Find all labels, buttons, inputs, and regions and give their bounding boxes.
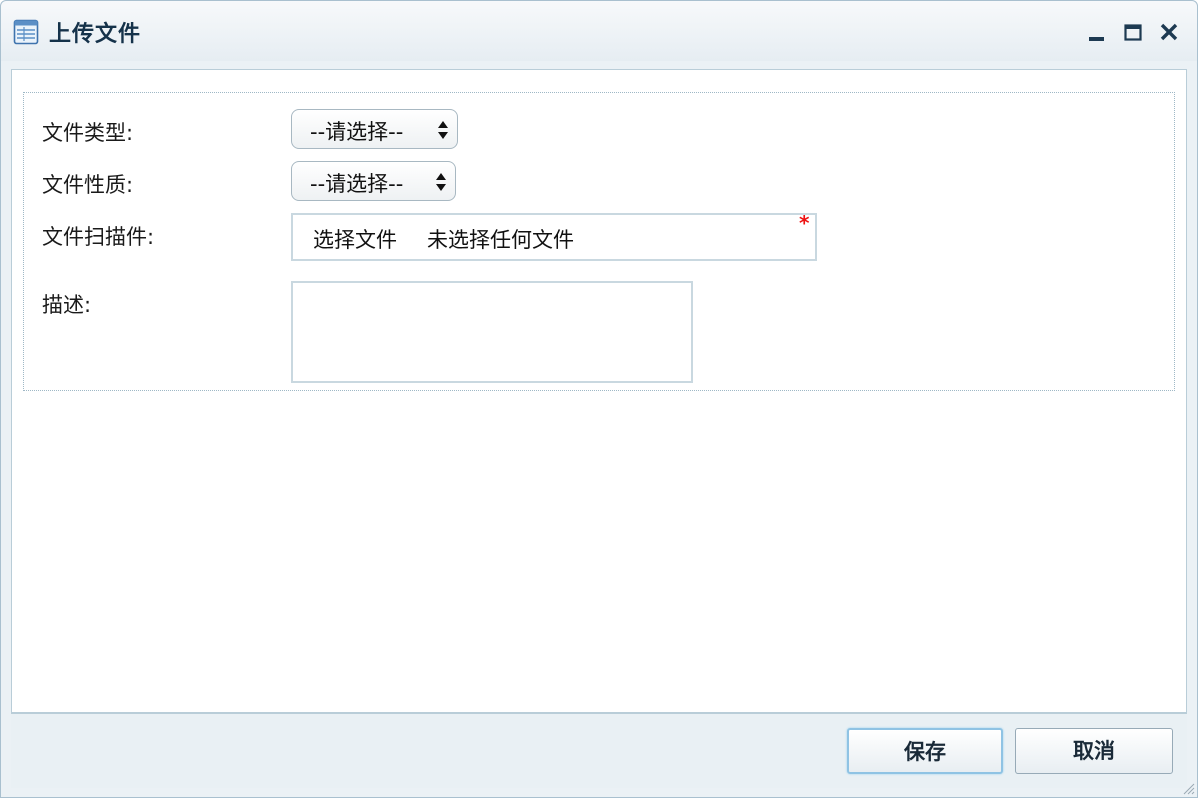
description-label: 描述:: [42, 293, 92, 317]
file-scan-label: 文件扫描件:: [42, 225, 155, 249]
select-arrows-icon: [436, 173, 446, 191]
file-status-text: 未选择任何文件: [427, 228, 574, 252]
file-nature-select[interactable]: --请选择--: [291, 161, 456, 201]
description-textarea[interactable]: [291, 281, 693, 383]
choose-file-button[interactable]: 选择文件: [313, 224, 397, 254]
dialog-body: 文件类型: --请选择-- 文件性质: --请选择-- 文件扫描件: 选择文件: [11, 69, 1187, 713]
upload-file-dialog: 上传文件 文件类型: --请选择-- 文件性质: --请选择-- 文件扫描件: …: [0, 0, 1198, 798]
file-nature-label: 文件性质:: [42, 173, 134, 197]
file-type-selected-value: --请选择--: [310, 120, 404, 144]
dialog-title: 上传文件: [49, 22, 142, 47]
minimize-icon[interactable]: [1083, 17, 1111, 45]
file-type-select[interactable]: --请选择--: [291, 109, 458, 149]
file-nature-selected-value: --请选择--: [310, 172, 404, 196]
table-icon: [13, 19, 39, 45]
title-bar[interactable]: 上传文件: [1, 1, 1197, 61]
file-scan-input[interactable]: 选择文件 未选择任何文件: [291, 213, 817, 261]
select-arrows-icon: [438, 121, 448, 139]
file-type-label: 文件类型:: [42, 121, 134, 145]
maximize-icon[interactable]: [1119, 17, 1147, 45]
resize-grip-icon[interactable]: [1181, 781, 1195, 795]
upload-form: 文件类型: --请选择-- 文件性质: --请选择-- 文件扫描件: 选择文件: [23, 92, 1175, 391]
cancel-button[interactable]: 取消: [1015, 728, 1173, 774]
dialog-footer: 保存 取消: [11, 713, 1187, 788]
close-icon[interactable]: [1155, 17, 1183, 45]
save-button[interactable]: 保存: [847, 728, 1003, 774]
required-marker: *: [799, 211, 810, 235]
